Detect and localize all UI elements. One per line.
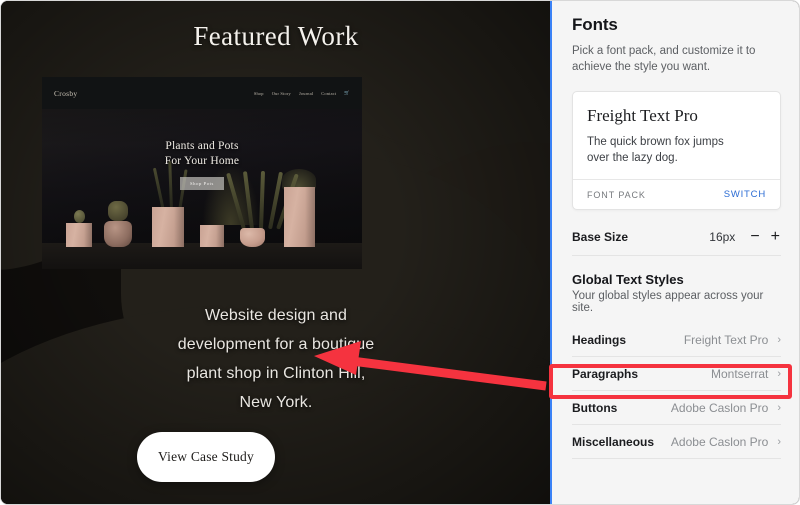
pot-1 <box>66 223 92 247</box>
global-text-styles-subtitle: Your global styles appear across your si… <box>572 290 764 314</box>
pot-4 <box>200 225 224 247</box>
nav-item-journal[interactable]: Journal <box>299 91 313 96</box>
base-size-stepper: − + <box>749 228 781 245</box>
caption-line-1: Website design and <box>204 307 348 324</box>
style-row-value: Montserrat <box>710 366 769 381</box>
barrel-cactus <box>108 201 128 221</box>
caption-line-4: New York. <box>239 394 313 411</box>
font-pack-label: FONT PACK <box>587 189 646 200</box>
website-preview-canvas: Featured Work Plants and Pots For Your H… <box>1 1 551 504</box>
base-size-decrement-button[interactable]: − <box>749 228 760 245</box>
panel-subtitle: Pick a font pack, and customize it to ac… <box>572 45 756 73</box>
style-row-miscellaneous[interactable]: Miscellaneous Adobe Caslon Pro › <box>572 425 781 459</box>
font-pack-name: Freight Text Pro <box>587 106 698 125</box>
featured-work-title: Featured Work <box>193 21 359 51</box>
font-pack-card-footer: FONT PACK SWITCH <box>573 179 780 209</box>
pot-3 <box>152 207 184 247</box>
screenshot-root: Featured Work Plants and Pots For Your H… <box>0 0 800 505</box>
nav-item-contact[interactable]: Contact <box>321 91 336 96</box>
font-pack-card[interactable]: Freight Text Pro The quick brown fox jum… <box>572 91 781 210</box>
caption-line-2: development for a boutique <box>177 336 375 353</box>
style-row-label: Buttons <box>572 400 618 415</box>
base-size-row: Base Size 16px − + <box>572 218 781 256</box>
font-pack-sample-line-1: The quick brown fox jumps <box>587 136 724 148</box>
pot-6 <box>284 187 316 247</box>
style-row-label: Miscellaneous <box>572 434 655 449</box>
pot-2 <box>104 221 132 247</box>
site-nav-bar: Crosby Shop Our Story Journal Contact 🛒 <box>42 77 362 109</box>
font-pack-card-body: Freight Text Pro The quick brown fox jum… <box>573 92 780 179</box>
style-row-label: Paragraphs <box>572 366 639 381</box>
switch-font-pack-button[interactable]: SWITCH <box>724 189 766 200</box>
hero-headline-line-2: For Your Home <box>164 155 240 167</box>
style-row-value: Adobe Caslon Pro <box>670 400 769 415</box>
base-size-value: 16px <box>709 229 736 244</box>
fonts-panel: Fonts Pick a font pack, and customize it… <box>552 1 799 504</box>
chevron-right-icon: › <box>777 333 781 346</box>
global-text-styles-list: Headings Freight Text Pro › Paragraphs M… <box>572 323 781 459</box>
global-text-styles-title: Global Text Styles <box>572 272 684 287</box>
style-row-value: Adobe Caslon Pro <box>670 434 769 449</box>
cart-icon[interactable]: 🛒 <box>344 90 350 95</box>
hero-headline-line-1: Plants and Pots <box>165 140 239 152</box>
style-row-headings[interactable]: Headings Freight Text Pro › <box>572 323 781 357</box>
site-hero-copy: Plants and Pots For Your Home Shop Pots <box>42 139 362 190</box>
view-case-study-button[interactable]: View Case Study <box>137 432 275 482</box>
panel-title: Fonts <box>572 15 618 34</box>
chevron-right-icon: › <box>777 435 781 448</box>
style-row-value: Freight Text Pro <box>683 332 769 347</box>
style-row-paragraphs[interactable]: Paragraphs Montserrat › <box>572 357 781 391</box>
small-cactus <box>74 210 85 223</box>
chevron-right-icon: › <box>777 367 781 380</box>
style-row-buttons[interactable]: Buttons Adobe Caslon Pro › <box>572 391 781 425</box>
font-pack-sample-line-2: over the lazy dog. <box>587 152 678 164</box>
chevron-right-icon: › <box>777 401 781 414</box>
shop-pots-button[interactable]: Shop Pots <box>180 177 224 190</box>
site-mock-frame: Plants and Pots For Your Home Shop Pots … <box>42 77 362 269</box>
style-row-label: Headings <box>572 332 627 347</box>
site-brand-logo[interactable]: Crosby <box>54 89 77 98</box>
site-nav-links: Shop Our Story Journal Contact 🛒 <box>254 90 350 96</box>
pot-5 <box>240 228 265 247</box>
panel-divider <box>550 1 552 504</box>
caption-line-3: plant shop in Clinton Hill, <box>186 365 366 382</box>
project-caption: Website design and development for a bou… <box>1 301 551 417</box>
nav-item-our-story[interactable]: Our Story <box>272 91 291 96</box>
base-size-increment-button[interactable]: + <box>770 228 781 245</box>
base-size-label: Base Size <box>572 229 629 244</box>
nav-item-shop[interactable]: Shop <box>254 91 264 96</box>
